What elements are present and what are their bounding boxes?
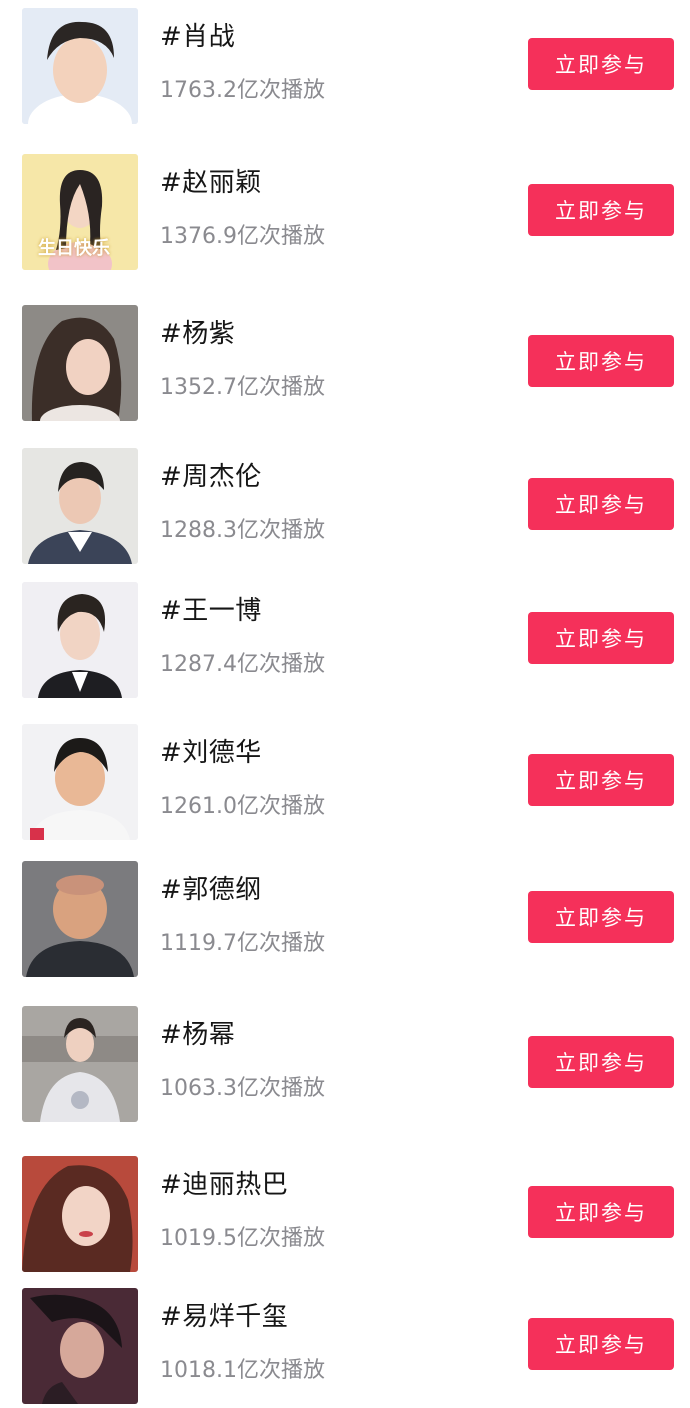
topic-title[interactable]: #周杰伦	[160, 456, 262, 493]
topic-row[interactable]: 生日快乐 #赵丽颖 1376.9亿次播放 立即参与	[0, 154, 690, 274]
topic-title[interactable]: #赵丽颖	[160, 162, 262, 199]
topic-row[interactable]: #肖战 1763.2亿次播放 立即参与	[0, 8, 690, 128]
topic-row[interactable]: #迪丽热巴 1019.5亿次播放 立即参与	[0, 1156, 690, 1276]
topic-avatar[interactable]	[22, 724, 138, 840]
topic-avatar[interactable]	[22, 1288, 138, 1404]
play-count: 1063.3亿次播放	[160, 1076, 325, 1101]
topic-avatar[interactable]	[22, 1156, 138, 1272]
topic-avatar[interactable]	[22, 861, 138, 977]
topic-title[interactable]: #王一博	[160, 590, 262, 627]
topic-list: #肖战 1763.2亿次播放 立即参与 生日快乐 #赵丽颖 1376.9亿次播放…	[0, 0, 690, 1404]
topic-title[interactable]: #郭德纲	[160, 869, 262, 906]
topic-avatar[interactable]: 生日快乐	[22, 154, 138, 270]
topic-avatar[interactable]	[22, 448, 138, 564]
join-button[interactable]: 立即参与	[528, 478, 674, 530]
topic-avatar[interactable]	[22, 582, 138, 698]
topic-row[interactable]: #王一博 1287.4亿次播放 立即参与	[0, 582, 690, 702]
join-button[interactable]: 立即参与	[528, 38, 674, 90]
join-button[interactable]: 立即参与	[528, 612, 674, 664]
topic-title[interactable]: #易烊千玺	[160, 1296, 288, 1333]
play-count: 1763.2亿次播放	[160, 78, 325, 103]
join-button[interactable]: 立即参与	[528, 891, 674, 943]
topic-avatar[interactable]	[22, 305, 138, 421]
topic-title[interactable]: #迪丽热巴	[160, 1164, 288, 1201]
topic-row[interactable]: #刘德华 1261.0亿次播放 立即参与	[0, 724, 690, 844]
play-count: 1019.5亿次播放	[160, 1226, 325, 1251]
play-count: 1119.7亿次播放	[160, 931, 325, 956]
topic-title[interactable]: #肖战	[160, 16, 235, 53]
topic-row[interactable]: #杨幂 1063.3亿次播放 立即参与	[0, 1006, 690, 1126]
join-button[interactable]: 立即参与	[528, 184, 674, 236]
topic-avatar[interactable]	[22, 1006, 138, 1122]
topic-title[interactable]: #杨幂	[160, 1014, 235, 1051]
topic-title[interactable]: #杨紫	[160, 313, 235, 350]
play-count: 1288.3亿次播放	[160, 518, 325, 543]
join-button[interactable]: 立即参与	[528, 1318, 674, 1370]
topic-avatar[interactable]	[22, 8, 138, 124]
topic-row[interactable]: #郭德纲 1119.7亿次播放 立即参与	[0, 861, 690, 981]
join-button[interactable]: 立即参与	[528, 1186, 674, 1238]
play-count: 1376.9亿次播放	[160, 224, 325, 249]
topic-row[interactable]: #易烊千玺 1018.1亿次播放 立即参与	[0, 1288, 690, 1408]
join-button[interactable]: 立即参与	[528, 1036, 674, 1088]
join-button[interactable]: 立即参与	[528, 754, 674, 806]
play-count: 1352.7亿次播放	[160, 375, 325, 400]
join-button[interactable]: 立即参与	[528, 335, 674, 387]
thumb-caption: 生日快乐	[38, 238, 110, 259]
play-count: 1018.1亿次播放	[160, 1358, 325, 1383]
play-count: 1287.4亿次播放	[160, 652, 325, 677]
play-count: 1261.0亿次播放	[160, 794, 325, 819]
topic-row[interactable]: #杨紫 1352.7亿次播放 立即参与	[0, 305, 690, 425]
topic-row[interactable]: #周杰伦 1288.3亿次播放 立即参与	[0, 448, 690, 568]
topic-title[interactable]: #刘德华	[160, 732, 262, 769]
